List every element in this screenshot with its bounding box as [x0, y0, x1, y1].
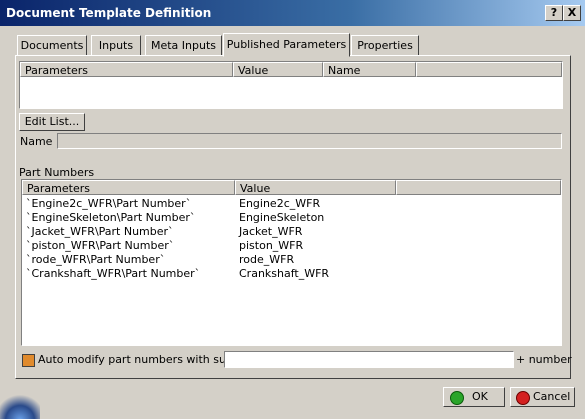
row-parameter: `EngineSkeleton\Part Number` [26, 211, 196, 224]
row-value: EngineSkeleton [239, 211, 325, 224]
number-label: + number [516, 353, 572, 366]
auto-modify-checkbox[interactable] [22, 354, 35, 367]
row-parameter: `Jacket_WFR\Part Number` [26, 225, 174, 238]
table-row[interactable]: `rode_WFR\Part Number` rode_WFR [22, 253, 561, 267]
tab-meta-inputs[interactable]: Meta Inputs [145, 35, 222, 56]
suffix-input[interactable] [224, 351, 514, 368]
column-header-parameters[interactable]: Parameters [20, 62, 233, 77]
table-row[interactable]: `EngineSkeleton\Part Number` EngineSkele… [22, 211, 561, 225]
tab-properties[interactable]: Properties [351, 35, 419, 56]
cancel-button[interactable]: Cancel [510, 387, 575, 407]
published-parameters-list[interactable]: Parameters Value Name [19, 61, 563, 109]
ok-label: OK [472, 390, 488, 403]
name-label: Name : [20, 135, 60, 148]
cancel-icon [516, 391, 530, 405]
column-header-value[interactable]: Value [233, 62, 323, 77]
row-value: piston_WFR [239, 239, 304, 252]
cancel-label: Cancel [533, 390, 571, 403]
row-value: Jacket_WFR [239, 225, 303, 238]
close-button[interactable]: X [563, 5, 581, 21]
help-button[interactable]: ? [545, 5, 563, 21]
column-header-parameters[interactable]: Parameters [22, 180, 235, 195]
row-parameter: `rode_WFR\Part Number` [26, 253, 166, 266]
auto-modify-label: Auto modify part numbers with suffix [38, 353, 244, 366]
table-row[interactable]: `Crankshaft_WFR\Part Number` Crankshaft_… [22, 267, 561, 281]
edit-list-button[interactable]: Edit List... [19, 113, 85, 131]
name-field [57, 133, 562, 149]
row-parameter: `Crankshaft_WFR\Part Number` [26, 267, 201, 280]
table-row[interactable]: `Jacket_WFR\Part Number` Jacket_WFR [22, 225, 561, 239]
row-parameter: `piston_WFR\Part Number` [26, 239, 175, 252]
part-numbers-list[interactable]: Parameters Value `Engine2c_WFR\Part Numb… [21, 179, 562, 346]
part-numbers-title: Part Numbers [19, 166, 95, 179]
column-header-empty [396, 180, 561, 195]
column-header-name[interactable]: Name [323, 62, 416, 77]
ok-icon [450, 391, 464, 405]
row-value: Crankshaft_WFR [239, 267, 330, 280]
tab-inputs[interactable]: Inputs [91, 35, 141, 56]
ok-button[interactable]: OK [443, 387, 505, 407]
table-row[interactable]: `Engine2c_WFR\Part Number` Engine2c_WFR [22, 197, 561, 211]
title-bar: Document Template Definition ? X [0, 0, 585, 26]
row-parameter: `Engine2c_WFR\Part Number` [26, 197, 192, 210]
column-header-empty [416, 62, 562, 77]
window-title: Document Template Definition [6, 6, 212, 20]
decorative-corner [0, 390, 40, 419]
row-value: rode_WFR [239, 253, 295, 266]
tab-published-parameters[interactable]: Published Parameters [223, 33, 350, 57]
column-header-value[interactable]: Value [235, 180, 396, 195]
tab-documents[interactable]: Documents [17, 35, 87, 56]
table-row[interactable]: `piston_WFR\Part Number` piston_WFR [22, 239, 561, 253]
row-value: Engine2c_WFR [239, 197, 321, 210]
